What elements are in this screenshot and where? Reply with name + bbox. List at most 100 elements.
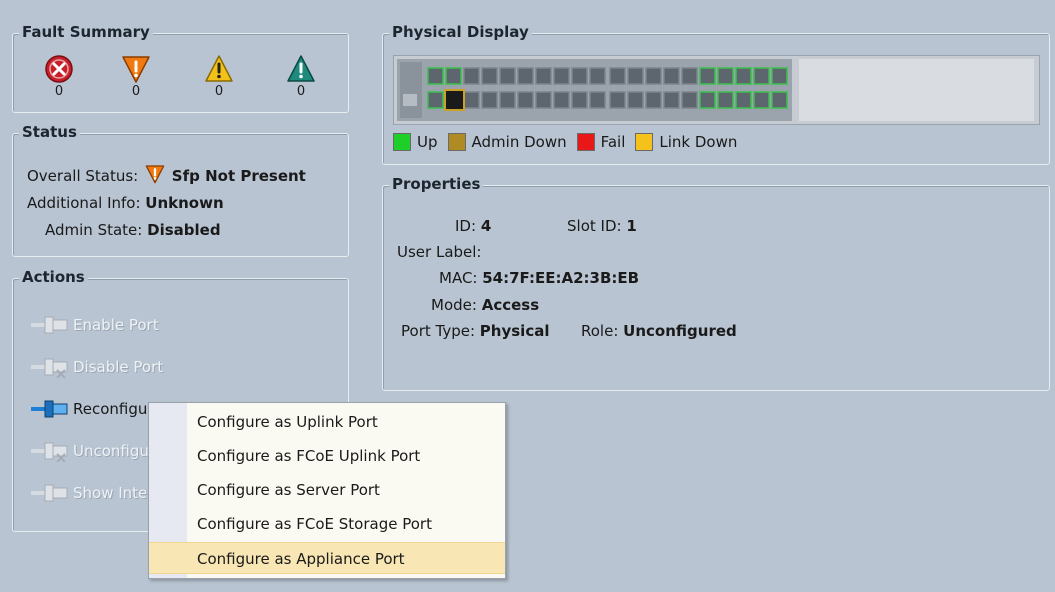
additional-info-label: Additional Info: (27, 194, 141, 212)
switch-port[interactable] (589, 91, 606, 109)
legend-fail-swatch (576, 133, 595, 151)
show-interface-label: Show Inter (73, 484, 154, 502)
mode-value: Access (481, 296, 540, 314)
menu-item-uplink-port[interactable]: Configure as Uplink Port (149, 406, 505, 438)
switch-port[interactable] (699, 91, 716, 109)
switch-port[interactable] (681, 67, 698, 85)
reconfigure-action[interactable]: Reconfigur (31, 397, 154, 421)
port-plug-icon (31, 316, 68, 334)
switch-port[interactable] (627, 67, 644, 85)
unconfigure-action[interactable]: Unconfigur (31, 439, 155, 463)
switch-port[interactable] (499, 67, 516, 85)
switch-port[interactable] (517, 91, 534, 109)
disable-port-action[interactable]: Disable Port (31, 355, 163, 379)
switch-port[interactable] (627, 91, 644, 109)
switch-ports-graphic (394, 56, 1039, 124)
switch-port[interactable] (553, 91, 570, 109)
overall-status-value: Sfp Not Present (171, 167, 306, 185)
switch-port[interactable] (645, 91, 662, 109)
switch-port[interactable] (445, 67, 462, 85)
legend-fail-label: Fail (600, 133, 626, 151)
switch-port[interactable] (481, 67, 498, 85)
switch-port[interactable] (535, 67, 552, 85)
critical-fault[interactable]: 0 (41, 54, 77, 99)
switch-port[interactable] (553, 67, 570, 85)
switch-port[interactable] (681, 91, 698, 109)
legend-up-label: Up (417, 133, 438, 151)
switch-port[interactable] (427, 67, 444, 85)
switch-port[interactable] (735, 91, 752, 109)
admin-state-row: Admin State: Disabled (45, 221, 221, 239)
menu-item-appliance-port[interactable]: Configure as Appliance Port (149, 542, 505, 574)
overall-status-label: Overall Status: (27, 167, 139, 185)
user-label-row: User Label: (397, 243, 481, 261)
mac-row: MAC: 54:7F:EE:A2:3B:EB (439, 269, 639, 287)
switch-port[interactable] (589, 67, 606, 85)
minor-count: 0 (214, 84, 224, 99)
switch-port[interactable] (645, 67, 662, 85)
warning-triangle-icon (287, 55, 315, 82)
minor-warning-triangle-icon (205, 55, 233, 82)
major-fault[interactable]: 0 (118, 54, 154, 99)
switch-port[interactable] (699, 67, 716, 85)
legend-fail: Fail (576, 133, 626, 151)
additional-info-row: Additional Info: Unknown (27, 194, 224, 212)
major-down-triangle-icon (145, 165, 165, 184)
legend-admin-down-label: Admin Down (471, 133, 567, 151)
critical-count: 0 (54, 84, 64, 99)
switch-port[interactable] (517, 67, 534, 85)
port-type-label: Port Type: (401, 322, 476, 340)
port-configure-icon (31, 400, 68, 418)
switch-port[interactable] (771, 67, 788, 85)
properties-panel: Properties ID: 4 Slot ID: 1 User Label: … (382, 175, 1050, 391)
fault-summary-panel: Fault Summary 0 0 0 0 (12, 23, 349, 113)
switch-port[interactable] (609, 67, 626, 85)
slot-id-row: Slot ID: 1 (567, 217, 637, 235)
mode-row: Mode: Access (431, 296, 539, 314)
menu-item-fcoe-storage-port[interactable]: Configure as FCoE Storage Port (149, 508, 505, 540)
switch-port[interactable] (571, 67, 588, 85)
switch-port[interactable] (481, 91, 498, 109)
enable-port-label: Enable Port (73, 316, 159, 334)
port-type-row: Port Type: Physical (401, 322, 549, 340)
role-label: Role: (581, 322, 619, 340)
switch-port[interactable] (571, 91, 588, 109)
menu-item-server-port[interactable]: Configure as Server Port (149, 474, 505, 506)
switch-port[interactable] (717, 67, 734, 85)
status-panel: Status Overall Status: Sfp Not Present A… (12, 123, 349, 257)
switch-port[interactable] (771, 91, 788, 109)
switch-port[interactable] (717, 91, 734, 109)
switch-port[interactable] (609, 91, 626, 109)
switch-port[interactable] (753, 67, 770, 85)
selected-port[interactable] (444, 89, 465, 111)
switch-port[interactable] (535, 91, 552, 109)
switch-port[interactable] (499, 91, 516, 109)
legend-admin-down: Admin Down (447, 133, 567, 151)
switch-port[interactable] (753, 91, 770, 109)
user-label-label: User Label: (397, 243, 482, 261)
switch-chassis-image[interactable] (393, 55, 1040, 125)
port-disable-icon (31, 358, 68, 378)
id-row: ID: 4 (455, 217, 491, 235)
switch-port[interactable] (663, 67, 680, 85)
physical-display-title: Physical Display (389, 23, 532, 41)
switch-port[interactable] (463, 67, 480, 85)
status-title: Status (19, 123, 80, 141)
enable-port-action[interactable]: Enable Port (31, 313, 159, 337)
menu-item-fcoe-uplink-port[interactable]: Configure as FCoE Uplink Port (149, 440, 505, 472)
show-interface-action[interactable]: Show Inter (31, 481, 153, 505)
switch-port[interactable] (427, 91, 444, 109)
legend-link-down-swatch (635, 133, 654, 151)
switch-port[interactable] (735, 67, 752, 85)
legend-link-down: Link Down (635, 133, 737, 151)
switch-port[interactable] (663, 91, 680, 109)
warning-fault[interactable]: 0 (283, 54, 319, 99)
unconfigure-label: Unconfigur (73, 442, 156, 460)
legend-up-swatch (393, 133, 411, 151)
role-row: Role: Unconfigured (581, 322, 737, 340)
warning-count: 0 (296, 84, 306, 99)
disable-port-label: Disable Port (73, 358, 164, 376)
id-label: ID: (455, 217, 477, 235)
minor-fault[interactable]: 0 (201, 54, 237, 99)
switch-port[interactable] (463, 91, 480, 109)
